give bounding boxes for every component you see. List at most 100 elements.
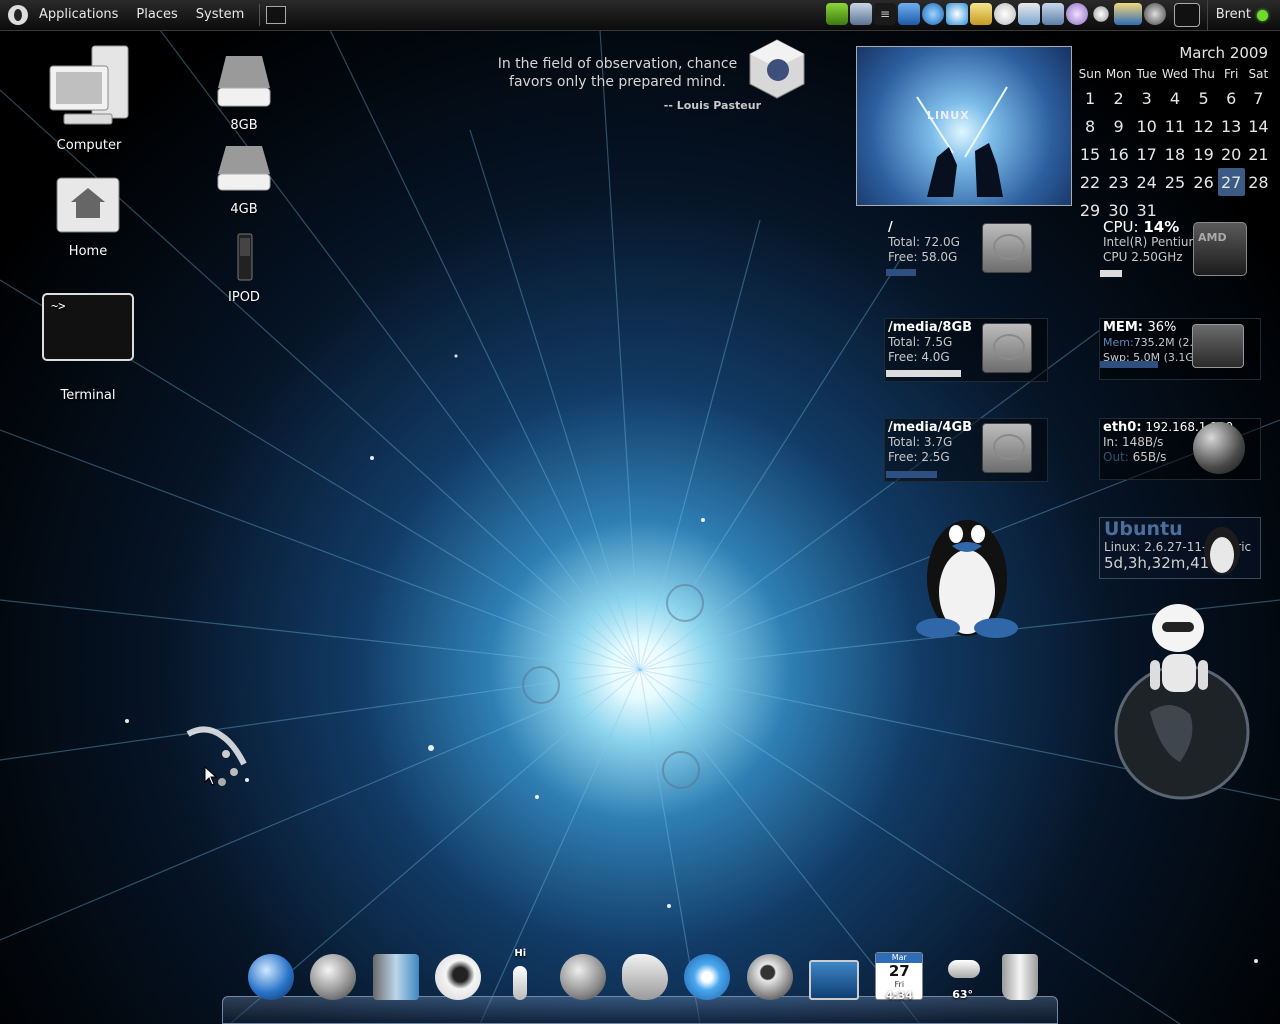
deathstar-icon[interactable] [559, 954, 606, 1000]
harddisk-icon [982, 223, 1032, 273]
calendar-day: 2 [1113, 88, 1124, 108]
clock-icon[interactable] [994, 3, 1016, 25]
calendar-weekday: Fri [894, 980, 905, 989]
mail-icon[interactable] [310, 954, 357, 1000]
calendar-icon[interactable]: Mar 27 Fri 4:34 [875, 952, 924, 1002]
desktop-icon-computer[interactable]: Computer [40, 44, 138, 153]
places-menu[interactable]: Places [127, 0, 186, 30]
calendar-day: 19 [1193, 144, 1214, 164]
calendar-widget: March 2009 Sun Mon Tue Wed Thu Fri Sat 1… [1076, 44, 1272, 224]
drive-icon [217, 56, 271, 107]
tux-penguin-icon [916, 520, 1018, 638]
svg-text:~>: ~> [51, 299, 65, 313]
calendar-grid: Sun Mon Tue Wed Thu Fri Sat 1 2 3 4 5 6 … [1076, 64, 1272, 224]
desktop-icon-4gb[interactable]: 4GB [214, 144, 274, 217]
notification-tray: ≡ [826, 3, 1200, 27]
quote-line: In the field of observation, chance [497, 56, 738, 72]
sparkle-decoration [186, 726, 247, 786]
applications-menu[interactable]: Applications [30, 0, 127, 30]
home-folder-icon [56, 177, 120, 233]
disk-usage-bar [886, 370, 961, 377]
globe-icon [1193, 422, 1245, 474]
calendar-day: 26 [1193, 172, 1214, 192]
calendar-day: 7 [1253, 88, 1264, 108]
list-icon[interactable]: ≡ [874, 3, 896, 25]
memory-chip-icon [1192, 324, 1244, 368]
pidgin-speech: Hi [514, 948, 527, 959]
cpu-label: CPU: [1103, 218, 1139, 236]
calendar-day: 9 [1113, 116, 1124, 136]
network-icon[interactable] [850, 3, 872, 25]
pidgin-icon[interactable]: Hi [497, 948, 543, 1000]
desktop-icon-home[interactable]: Home [40, 172, 136, 259]
calendar-day: 23 [1108, 172, 1129, 192]
calendar-day: 28 [1248, 172, 1269, 192]
desktop-icon-ipod[interactable]: IPOD [214, 232, 274, 305]
mem-label: MEM: [1103, 320, 1143, 335]
notes-icon[interactable] [372, 954, 419, 1000]
desktop-icon-label: 4GB [230, 202, 258, 217]
weather-icon[interactable] [1018, 3, 1040, 25]
top-panel: Applications Places System ≡ Brent [0, 0, 1280, 31]
calendar-day: 25 [1164, 172, 1186, 192]
cpu-percent: 14% [1143, 218, 1180, 236]
small-tux-icon [1204, 527, 1240, 575]
wolf-icon[interactable] [434, 954, 481, 1000]
calendar-day: 3 [1141, 88, 1152, 108]
gimp-icon[interactable] [621, 954, 668, 1000]
weekday-header: Sat [1248, 67, 1269, 81]
screen-icon[interactable] [1114, 3, 1142, 25]
desktop-icon-label: Home [68, 244, 108, 259]
weekday-header: Mon [1105, 67, 1132, 81]
calendar-day: 16 [1108, 144, 1129, 164]
calendar-day: 1 [1084, 88, 1096, 108]
quote-author: -- Louis Pasteur [663, 99, 761, 112]
desktop-icon-label: Computer [56, 138, 122, 153]
terminal-icon: ~> [42, 293, 134, 361]
desktop-icon-terminal[interactable]: ~> Terminal [40, 292, 136, 403]
system-menu[interactable]: System [187, 0, 253, 30]
atom-icon[interactable] [946, 3, 968, 25]
firefox-icon[interactable] [248, 954, 294, 1000]
calendar-day: 10 [1136, 116, 1157, 136]
cpu-load-bar [1100, 270, 1122, 277]
desktop-icon-label: IPOD [228, 290, 260, 305]
mem-percent: 36% [1147, 320, 1177, 335]
nvidia-icon[interactable] [826, 3, 848, 25]
atom-app-icon[interactable] [684, 954, 731, 1000]
weekday-header: Thu [1192, 67, 1215, 81]
toggle-icon[interactable] [1093, 6, 1109, 22]
desktop-icon-label: 8GB [230, 118, 258, 133]
trash-icon[interactable] [1001, 954, 1038, 1000]
weather-dock-icon[interactable]: 63° [940, 954, 986, 1001]
disk-usage-bar [886, 471, 937, 478]
calendar-day-number: 27 [888, 962, 910, 980]
user-switcher[interactable]: Brent [1206, 0, 1268, 30]
cpu-chip-icon: AMD [1193, 222, 1247, 276]
gnome-foot-icon[interactable] [8, 5, 28, 25]
window-icon[interactable] [1174, 3, 1200, 27]
calendar-day: 8 [1084, 116, 1096, 136]
desktop-icon-8gb[interactable]: 8GB [214, 54, 274, 133]
word-icon[interactable] [898, 3, 920, 25]
calendar-title: March 2009 [1179, 44, 1268, 62]
gear-icon[interactable] [1066, 3, 1088, 25]
compass-icon[interactable] [922, 3, 944, 25]
disk-usage-bar [886, 269, 916, 276]
online-status-icon [1257, 9, 1268, 21]
drive-icon [217, 146, 271, 191]
robot-globe-icon [1114, 604, 1250, 800]
weekday-header: Fri [1224, 67, 1239, 81]
mem-prefix: Mem: [1103, 336, 1134, 349]
show-desktop-icon[interactable] [266, 6, 287, 24]
weekday-header: Tue [1136, 67, 1157, 81]
mouse-pointer-icon [204, 766, 218, 786]
cpu-chip-label: AMD [1198, 231, 1227, 244]
quote-line: favors only the prepared mind. [509, 74, 726, 90]
system-monitor-icon[interactable] [808, 960, 859, 1000]
duel-image [916, 86, 1008, 197]
puzzle-icon[interactable] [1042, 3, 1064, 25]
settings-icon[interactable] [1144, 3, 1166, 25]
search-icon[interactable] [746, 954, 793, 1000]
folder-icon[interactable] [970, 3, 992, 25]
